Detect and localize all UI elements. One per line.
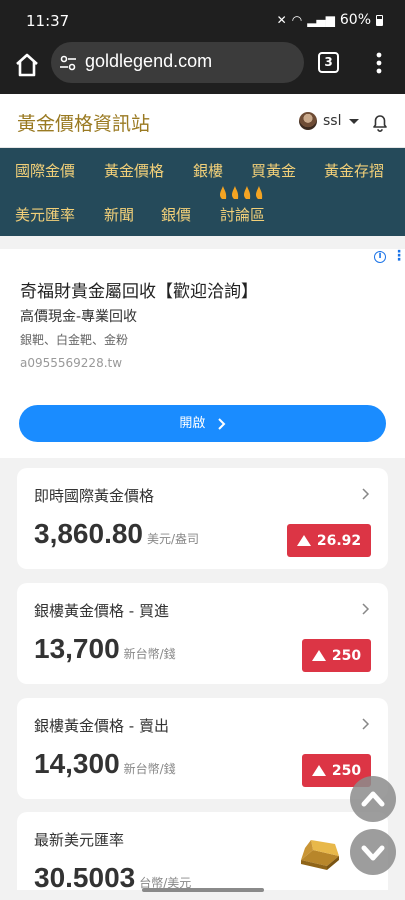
price-unit: 新台幣/錢 [123,647,176,661]
card-title: 銀樓黃金價格 - 買進 [34,602,169,620]
scroll-up-icon [361,791,385,807]
avatar [299,112,317,130]
nav-item-silver-price[interactable]: 銀價 [161,204,191,225]
battery-icon [376,14,383,26]
price-number: 30.5003 [34,862,136,890]
jewelry-sell-card[interactable]: 銀樓黃金價格 - 賣出 14,300 新台幣/錢 250 [17,698,388,799]
nav-item-international-gold[interactable]: 國際金價 [15,160,75,181]
chevron-right-icon [362,718,370,730]
card-title: 銀樓黃金價格 - 賣出 [34,717,169,735]
ad-open-label: 開啟 [179,416,206,431]
nav-item-usd-rate[interactable]: 美元匯率 [15,204,75,225]
chevron-right-icon [362,603,370,615]
up-triangle-icon [311,765,326,776]
bell-icon[interactable] [371,112,389,132]
home-icon[interactable] [13,51,41,79]
gesture-bar [142,888,264,892]
change-value: 250 [331,647,362,664]
ad-info-icon[interactable]: i [374,251,386,263]
up-triangle-icon [311,650,326,661]
usd-rate-card[interactable]: 最新美元匯率 30.5003 台幣/美元 [17,812,388,890]
site-settings-icon[interactable] [59,54,77,72]
site-logo[interactable]: 黃金價格資訊站 [17,109,150,136]
status-time: 11:37 [26,12,70,30]
change-badge: 26.92 [287,524,371,557]
price-value: 3,860.80 美元/盎司 [34,518,199,550]
chevron-right-icon [362,488,370,500]
jewelry-buy-card[interactable]: 銀樓黃金價格 - 買進 13,700 新台幣/錢 250 [17,583,388,684]
card-title: 最新美元匯率 [34,831,125,849]
nav-item-jewelry-store[interactable]: 銀樓 [193,160,223,181]
ad-subtitle: 高價現金-專業回收 [20,309,138,325]
status-icons: ✕ ◠ ▂▄▆ 60% [277,12,383,28]
change-badge: 250 [302,639,371,672]
signal-icon: ▂▄▆ [307,13,335,27]
wifi-icon: ◠ [291,13,303,27]
price-number: 3,860.80 [34,518,143,549]
price-value: 13,700 新台幣/錢 [34,633,176,665]
ad-detail: 銀靶、白金靶、金粉 [20,333,129,347]
price-number: 14,300 [34,748,120,779]
caret-down-icon [349,118,360,124]
scroll-down-button[interactable] [350,829,396,875]
address-bar[interactable]: goldlegend.com [51,42,304,83]
nav-item-gold-price[interactable]: 黃金價格 [104,160,164,181]
price-unit: 美元/盎司 [147,532,200,546]
tab-switcher-button[interactable]: 3 [318,52,339,73]
nav-item-gold-passbook[interactable]: 黃金存摺 [324,160,384,181]
ad-phone: a0955569228.tw [20,356,123,370]
main-nav: 國際金價 黃金價格 銀樓 買黃金 黃金存摺 美元匯率 新聞 銀價 討論區 [0,148,405,236]
nav-item-news[interactable]: 新聞 [104,204,134,225]
gold-bar-icon [301,840,339,870]
scroll-up-button[interactable] [350,776,396,822]
overflow-menu-icon[interactable] [369,51,389,75]
ad-banner[interactable]: i ⋮ 奇福財貴金屬回收【歡迎洽詢】 高價現金-專業回收 銀靶、白金靶、金粉 a… [0,249,405,458]
username: ssl [323,113,342,129]
ad-open-button[interactable]: 開啟 [19,405,386,442]
price-value: 14,300 新台幣/錢 [34,748,176,780]
fire-icon [220,186,263,199]
ad-title: 奇福財貴金屬回收【歡迎洽詢】 [20,282,258,302]
user-menu[interactable]: ssl [299,112,360,130]
status-bar: 11:37 ✕ ◠ ▂▄▆ 60% [0,0,405,42]
up-triangle-icon [296,535,311,546]
price-value: 30.5003 台幣/美元 [34,862,191,890]
site-header: 黃金價格資訊站 ssl [0,94,405,148]
scroll-down-icon [361,845,385,861]
chevron-right-icon [217,417,225,430]
url-text: goldlegend.com [85,51,213,71]
browser-toolbar: goldlegend.com 3 [0,42,405,94]
price-number: 13,700 [34,633,120,664]
battery-percent: 60% [339,12,371,28]
mute-icon: ✕ [276,13,287,27]
nav-item-forum[interactable]: 討論區 [220,204,265,225]
price-unit: 新台幣/錢 [123,762,176,776]
nav-item-buy-gold[interactable]: 買黃金 [251,160,296,181]
change-value: 250 [331,762,362,779]
international-gold-card[interactable]: 即時國際黃金價格 3,860.80 美元/盎司 26.92 [17,468,388,569]
ad-menu-icon[interactable]: ⋮ [392,249,405,263]
card-title: 即時國際黃金價格 [34,487,155,505]
change-value: 26.92 [316,532,362,549]
